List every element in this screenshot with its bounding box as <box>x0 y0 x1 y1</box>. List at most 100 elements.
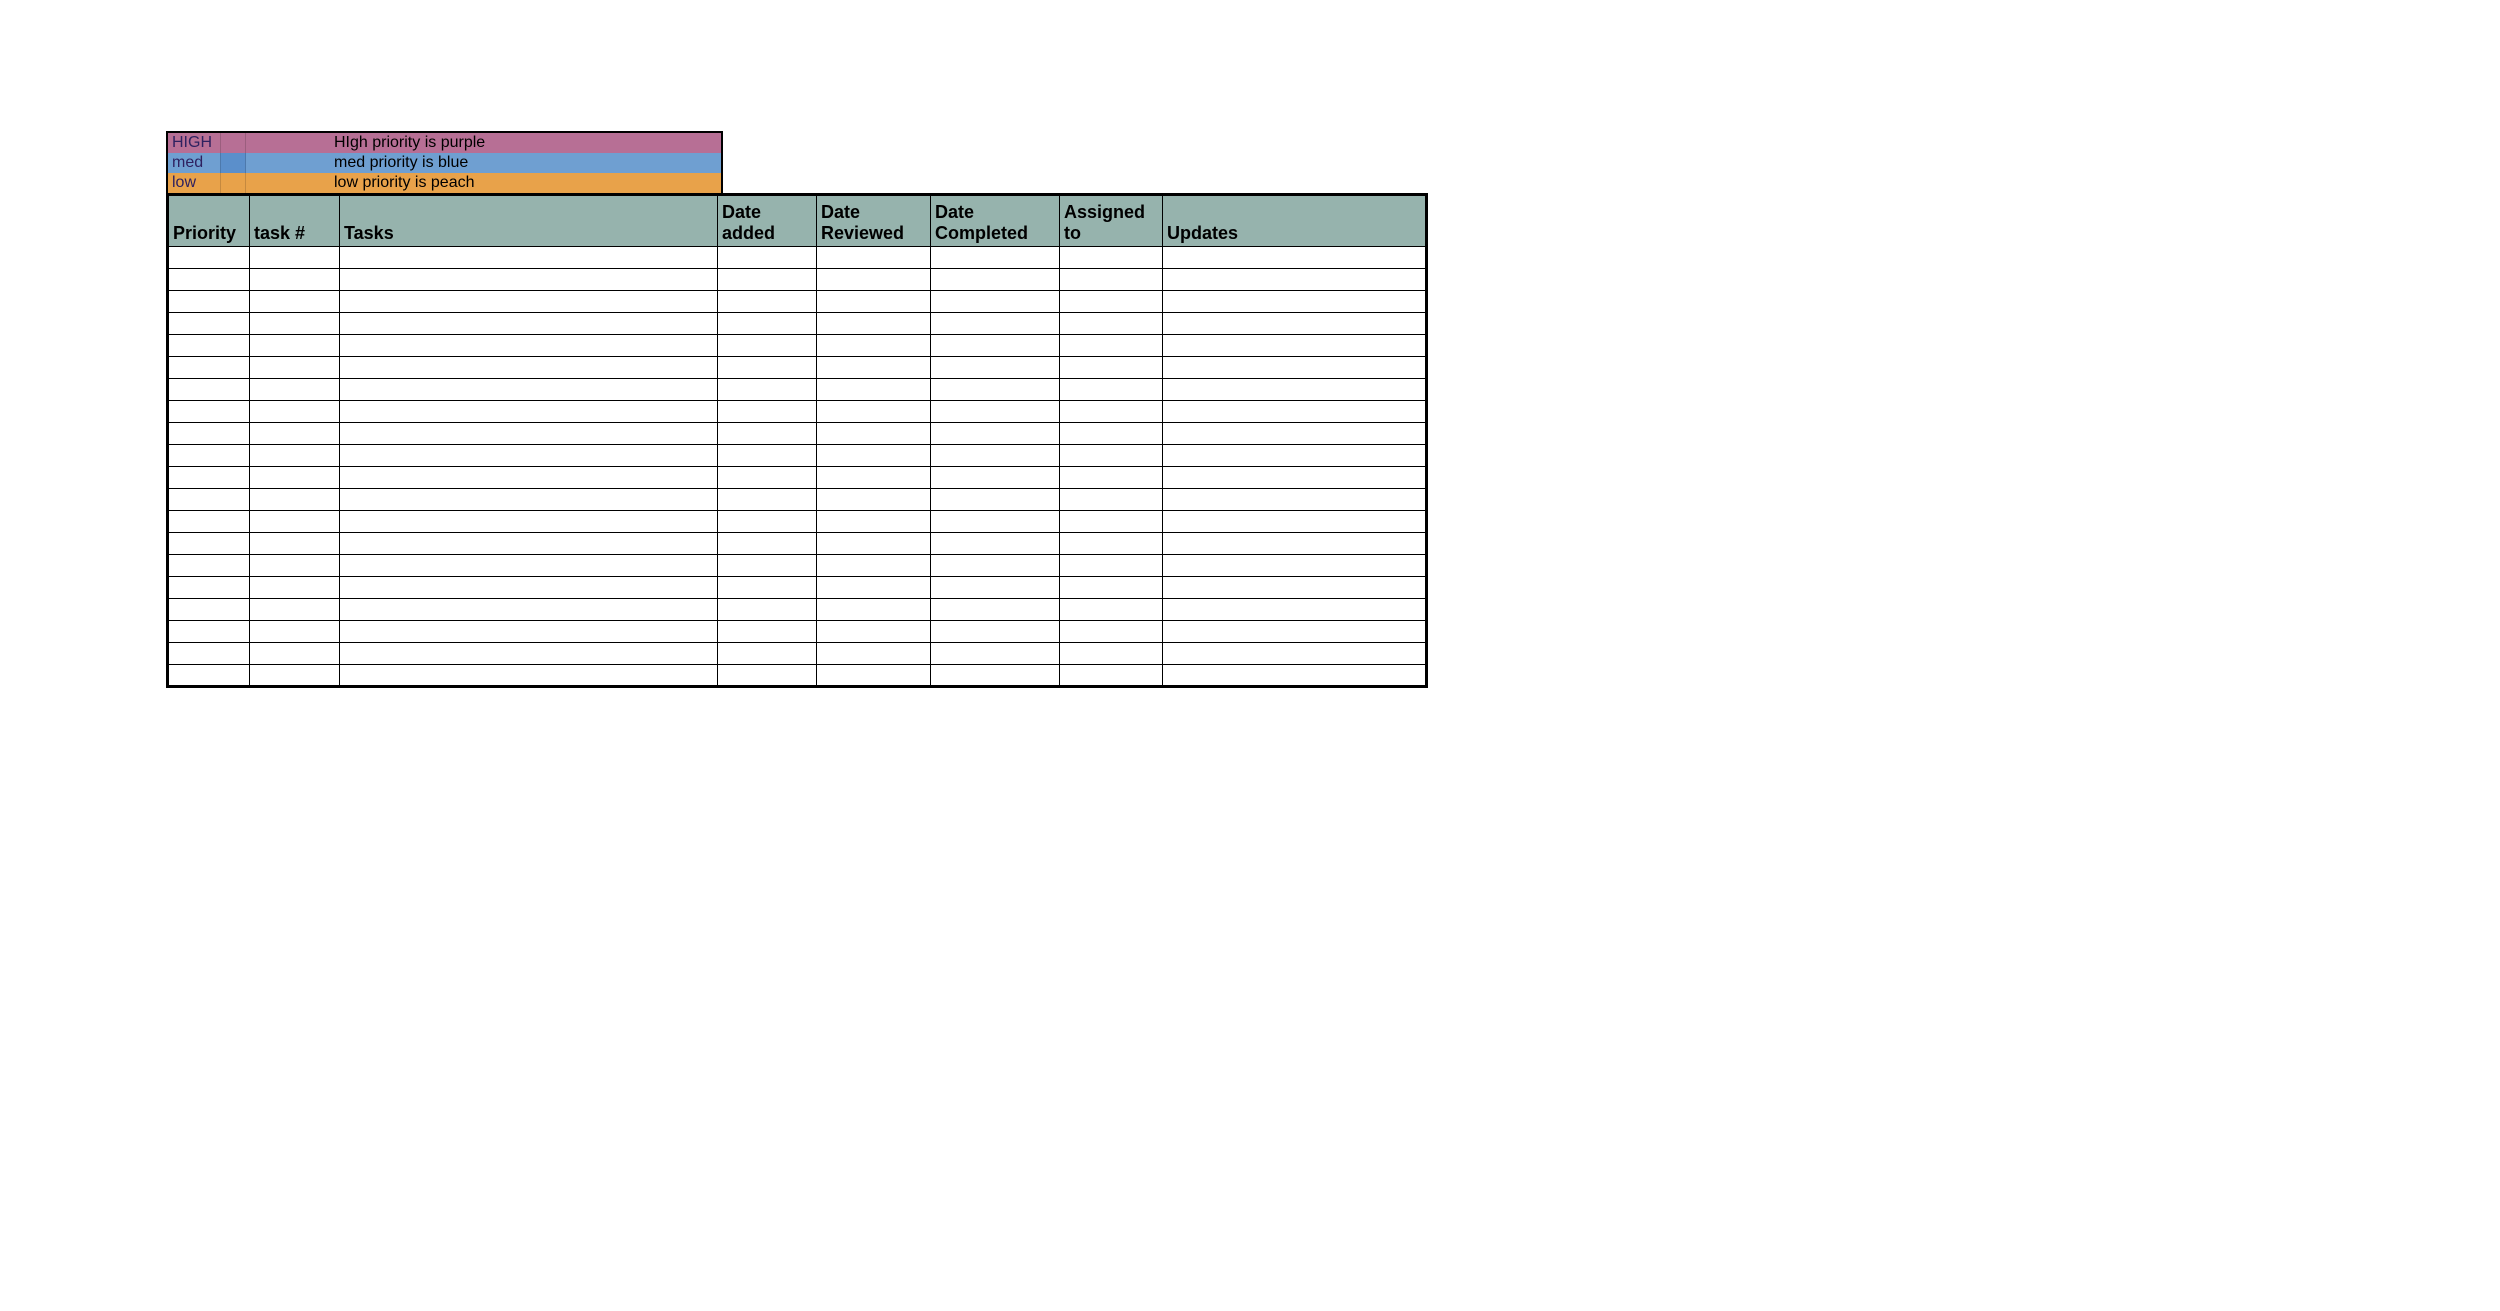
cell-assigned_to[interactable] <box>1060 489 1163 511</box>
cell-task_num[interactable] <box>250 247 340 269</box>
cell-updates[interactable] <box>1163 555 1427 577</box>
cell-priority[interactable] <box>168 247 250 269</box>
cell-updates[interactable] <box>1163 445 1427 467</box>
cell-date_reviewed[interactable] <box>817 379 931 401</box>
cell-date_reviewed[interactable] <box>817 357 931 379</box>
cell-assigned_to[interactable] <box>1060 401 1163 423</box>
cell-task_num[interactable] <box>250 555 340 577</box>
cell-date_reviewed[interactable] <box>817 269 931 291</box>
cell-assigned_to[interactable] <box>1060 577 1163 599</box>
col-header-priority[interactable]: Priority <box>168 195 250 247</box>
cell-tasks[interactable] <box>340 401 718 423</box>
cell-date_reviewed[interactable] <box>817 621 931 643</box>
cell-updates[interactable] <box>1163 621 1427 643</box>
cell-date_completed[interactable] <box>931 313 1060 335</box>
cell-updates[interactable] <box>1163 247 1427 269</box>
cell-task_num[interactable] <box>250 643 340 665</box>
cell-tasks[interactable] <box>340 291 718 313</box>
cell-updates[interactable] <box>1163 533 1427 555</box>
cell-date_reviewed[interactable] <box>817 489 931 511</box>
cell-tasks[interactable] <box>340 599 718 621</box>
cell-assigned_to[interactable] <box>1060 511 1163 533</box>
cell-date_added[interactable] <box>718 401 817 423</box>
cell-date_added[interactable] <box>718 467 817 489</box>
col-header-tasks[interactable]: Tasks <box>340 195 718 247</box>
cell-tasks[interactable] <box>340 621 718 643</box>
cell-task_num[interactable] <box>250 599 340 621</box>
cell-date_completed[interactable] <box>931 489 1060 511</box>
cell-date_reviewed[interactable] <box>817 577 931 599</box>
cell-tasks[interactable] <box>340 423 718 445</box>
cell-priority[interactable] <box>168 401 250 423</box>
cell-updates[interactable] <box>1163 511 1427 533</box>
cell-updates[interactable] <box>1163 665 1427 687</box>
cell-date_reviewed[interactable] <box>817 599 931 621</box>
cell-date_completed[interactable] <box>931 335 1060 357</box>
cell-task_num[interactable] <box>250 467 340 489</box>
cell-assigned_to[interactable] <box>1060 643 1163 665</box>
cell-date_completed[interactable] <box>931 269 1060 291</box>
cell-tasks[interactable] <box>340 445 718 467</box>
cell-date_added[interactable] <box>718 599 817 621</box>
cell-task_num[interactable] <box>250 665 340 687</box>
cell-priority[interactable] <box>168 489 250 511</box>
cell-task_num[interactable] <box>250 313 340 335</box>
cell-assigned_to[interactable] <box>1060 555 1163 577</box>
cell-date_completed[interactable] <box>931 379 1060 401</box>
cell-date_added[interactable] <box>718 379 817 401</box>
cell-tasks[interactable] <box>340 533 718 555</box>
cell-date_reviewed[interactable] <box>817 467 931 489</box>
cell-date_reviewed[interactable] <box>817 511 931 533</box>
cell-updates[interactable] <box>1163 357 1427 379</box>
cell-date_completed[interactable] <box>931 533 1060 555</box>
cell-updates[interactable] <box>1163 467 1427 489</box>
cell-tasks[interactable] <box>340 357 718 379</box>
cell-updates[interactable] <box>1163 643 1427 665</box>
cell-task_num[interactable] <box>250 489 340 511</box>
cell-assigned_to[interactable] <box>1060 335 1163 357</box>
cell-assigned_to[interactable] <box>1060 291 1163 313</box>
cell-date_reviewed[interactable] <box>817 533 931 555</box>
cell-date_added[interactable] <box>718 357 817 379</box>
cell-updates[interactable] <box>1163 291 1427 313</box>
cell-date_completed[interactable] <box>931 467 1060 489</box>
cell-assigned_to[interactable] <box>1060 599 1163 621</box>
cell-date_added[interactable] <box>718 269 817 291</box>
cell-updates[interactable] <box>1163 313 1427 335</box>
cell-priority[interactable] <box>168 423 250 445</box>
cell-date_added[interactable] <box>718 555 817 577</box>
cell-task_num[interactable] <box>250 533 340 555</box>
cell-priority[interactable] <box>168 599 250 621</box>
cell-priority[interactable] <box>168 467 250 489</box>
cell-assigned_to[interactable] <box>1060 423 1163 445</box>
cell-tasks[interactable] <box>340 511 718 533</box>
cell-priority[interactable] <box>168 665 250 687</box>
cell-date_completed[interactable] <box>931 577 1060 599</box>
cell-date_completed[interactable] <box>931 357 1060 379</box>
cell-tasks[interactable] <box>340 467 718 489</box>
cell-date_completed[interactable] <box>931 423 1060 445</box>
cell-priority[interactable] <box>168 335 250 357</box>
cell-date_reviewed[interactable] <box>817 247 931 269</box>
cell-date_added[interactable] <box>718 577 817 599</box>
cell-date_reviewed[interactable] <box>817 665 931 687</box>
cell-tasks[interactable] <box>340 643 718 665</box>
col-header-tasknum[interactable]: task # <box>250 195 340 247</box>
col-header-assigned-to[interactable]: Assigned to <box>1060 195 1163 247</box>
cell-date_completed[interactable] <box>931 555 1060 577</box>
col-header-date-added[interactable]: Date added <box>718 195 817 247</box>
cell-priority[interactable] <box>168 445 250 467</box>
cell-tasks[interactable] <box>340 489 718 511</box>
cell-assigned_to[interactable] <box>1060 313 1163 335</box>
cell-date_added[interactable] <box>718 247 817 269</box>
cell-priority[interactable] <box>168 533 250 555</box>
cell-date_reviewed[interactable] <box>817 335 931 357</box>
cell-updates[interactable] <box>1163 577 1427 599</box>
cell-assigned_to[interactable] <box>1060 533 1163 555</box>
cell-tasks[interactable] <box>340 335 718 357</box>
col-header-date-reviewed[interactable]: Date Reviewed <box>817 195 931 247</box>
cell-tasks[interactable] <box>340 269 718 291</box>
cell-priority[interactable] <box>168 511 250 533</box>
cell-date_completed[interactable] <box>931 643 1060 665</box>
cell-updates[interactable] <box>1163 379 1427 401</box>
